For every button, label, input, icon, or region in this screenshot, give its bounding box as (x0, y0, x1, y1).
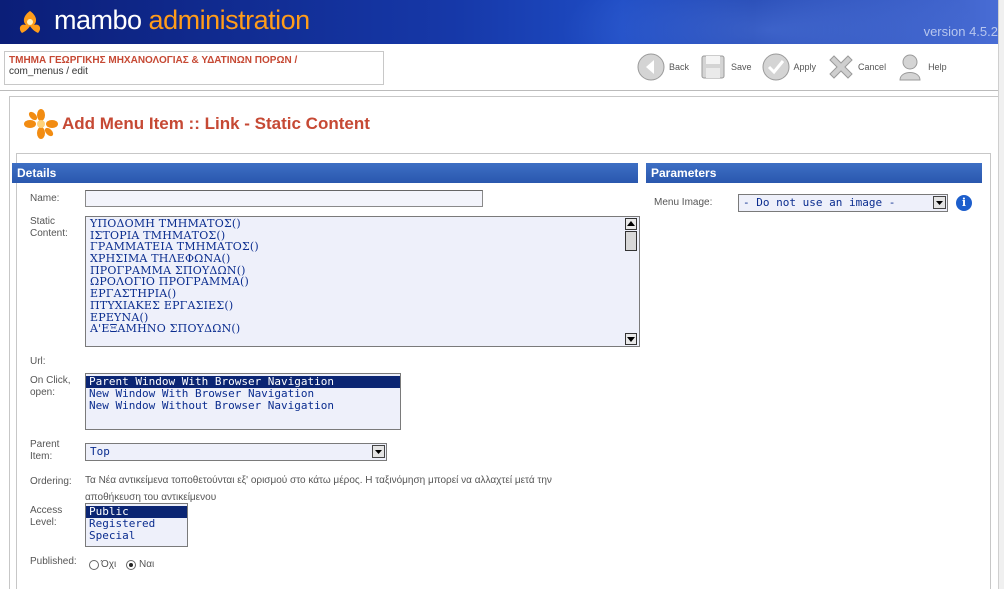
parameters-header: Parameters (646, 163, 982, 183)
menu-item-star-icon (24, 109, 58, 139)
pathway-text: com_menus / edit (9, 66, 88, 77)
parameters-panel: Parameters (646, 163, 982, 183)
help-label: Help (928, 62, 947, 72)
apply-label: Apply (793, 62, 817, 72)
info-icon[interactable]: i (956, 195, 972, 211)
logo-word-mambo: mambo (54, 5, 142, 35)
cancel-label: Cancel (858, 62, 887, 72)
scroll-thumb[interactable] (625, 231, 637, 251)
parent-item-label: Parent Item: (30, 439, 60, 462)
back-label: Back (669, 62, 690, 72)
mambo-logo-icon (19, 11, 41, 33)
window-scrollbar[interactable] (998, 0, 1004, 589)
parent-item-select[interactable]: Top (85, 443, 387, 461)
site-name-link[interactable]: ΤΜΗΜΑ ΓΕΩΡΓΙΚΗΣ ΜΗΧΑΝΟΛΟΓΙΑΣ & ΥΔΑΤΙΝΩΝ … (9, 55, 379, 66)
access-level-list[interactable]: Public Registered Special (85, 503, 188, 547)
static-content-option[interactable]: ΥΠΟΔΟΜΗ ΤΜΗΜΑΤΟΣ() (86, 218, 639, 230)
onclick-open-list[interactable]: Parent Window With Browser Navigation New… (85, 373, 401, 430)
access-level-option[interactable]: Special (86, 530, 187, 542)
published-no-label: Όχι (101, 559, 117, 570)
menu-image-label: Menu Image: (654, 197, 713, 208)
static-content-label: Static Content: (30, 216, 68, 239)
scroll-up-arrow-icon[interactable] (625, 218, 637, 230)
version-label: version 4.5.2 (923, 24, 998, 39)
admin-header: mambo administration version 4.5.2 (0, 0, 1004, 44)
help-person-icon (899, 54, 921, 81)
published-yes-label: Ναι (139, 559, 155, 570)
save-disk-icon (701, 55, 725, 79)
menu-image-value: - Do not use an image - (743, 196, 896, 209)
logo-word-administration: administration (148, 5, 311, 35)
name-label: Name: (30, 193, 60, 204)
published-yes-radio[interactable] (126, 560, 136, 570)
static-content-option[interactable]: ΠΤΥΧΙΑΚΕΣ ΕΡΓΑΣΙΕΣ() (86, 300, 639, 312)
scroll-down-arrow-icon[interactable] (625, 333, 637, 345)
apply-check-icon (762, 53, 790, 81)
page-title: Add Menu Item :: Link - Static Content (62, 114, 370, 133)
ordering-label: Ordering: (30, 476, 72, 487)
back-arrow-icon (637, 53, 665, 81)
onclick-option[interactable]: New Window Without Browser Navigation (86, 400, 400, 412)
cancel-button[interactable]: Cancel (825, 52, 886, 82)
apply-button[interactable]: Apply (761, 52, 817, 82)
access-level-label: Access Level: (30, 505, 63, 528)
back-button[interactable]: Back (636, 52, 689, 82)
published-no-radio[interactable] (89, 560, 99, 570)
page-title-wrap: Add Menu Item :: Link - Static Content (24, 109, 370, 139)
logo-text: mambo administration (54, 4, 310, 36)
help-button[interactable]: Help (895, 52, 947, 82)
details-header: Details (12, 163, 638, 183)
chevron-down-icon[interactable] (372, 445, 385, 458)
menu-image-select[interactable]: - Do not use an image - (738, 194, 948, 212)
published-label: Published: (30, 556, 77, 567)
static-content-option[interactable]: ΧΡΗΣΙΜΑ ΤΗΛΕΦΩΝΑ() (86, 253, 639, 265)
save-label: Save (731, 62, 752, 72)
static-content-scrollbar[interactable] (623, 217, 639, 346)
static-content-option[interactable]: Α'ΕΞΑΜΗΝΟ ΣΠΟΥΔΩΝ() (86, 323, 639, 335)
onclick-label: On Click, open: (30, 375, 71, 398)
ordering-note: Τα Νέα αντικείμενα τοποθετούνται εξ' ορι… (85, 472, 605, 506)
cancel-x-icon (829, 55, 853, 79)
save-button[interactable]: Save (698, 52, 752, 82)
chevron-down-icon[interactable] (933, 196, 946, 209)
ordering-note-line-1: Τα Νέα αντικείμενα τοποθετούνται εξ' ορι… (85, 475, 552, 486)
details-panel: Details (12, 163, 638, 183)
header-divider (0, 90, 1004, 91)
url-label: Url: (30, 356, 46, 367)
parent-item-value: Top (90, 445, 110, 458)
name-field[interactable] (85, 190, 483, 207)
static-content-list[interactable]: ΥΠΟΔΟΜΗ ΤΜΗΜΑΤΟΣ() ΙΣΤΟΡΙΑ ΤΜΗΜΑΤΟΣ() ΓΡΑΜ… (85, 216, 640, 347)
pathway-box: ΤΜΗΜΑ ΓΕΩΡΓΙΚΗΣ ΜΗΧΑΝΟΛΟΓΙΑΣ & ΥΔΑΤΙΝΩΝ … (4, 51, 384, 85)
header-swoosh (560, 0, 980, 44)
toolbar: Back Save Apply Cancel Help (636, 50, 956, 84)
